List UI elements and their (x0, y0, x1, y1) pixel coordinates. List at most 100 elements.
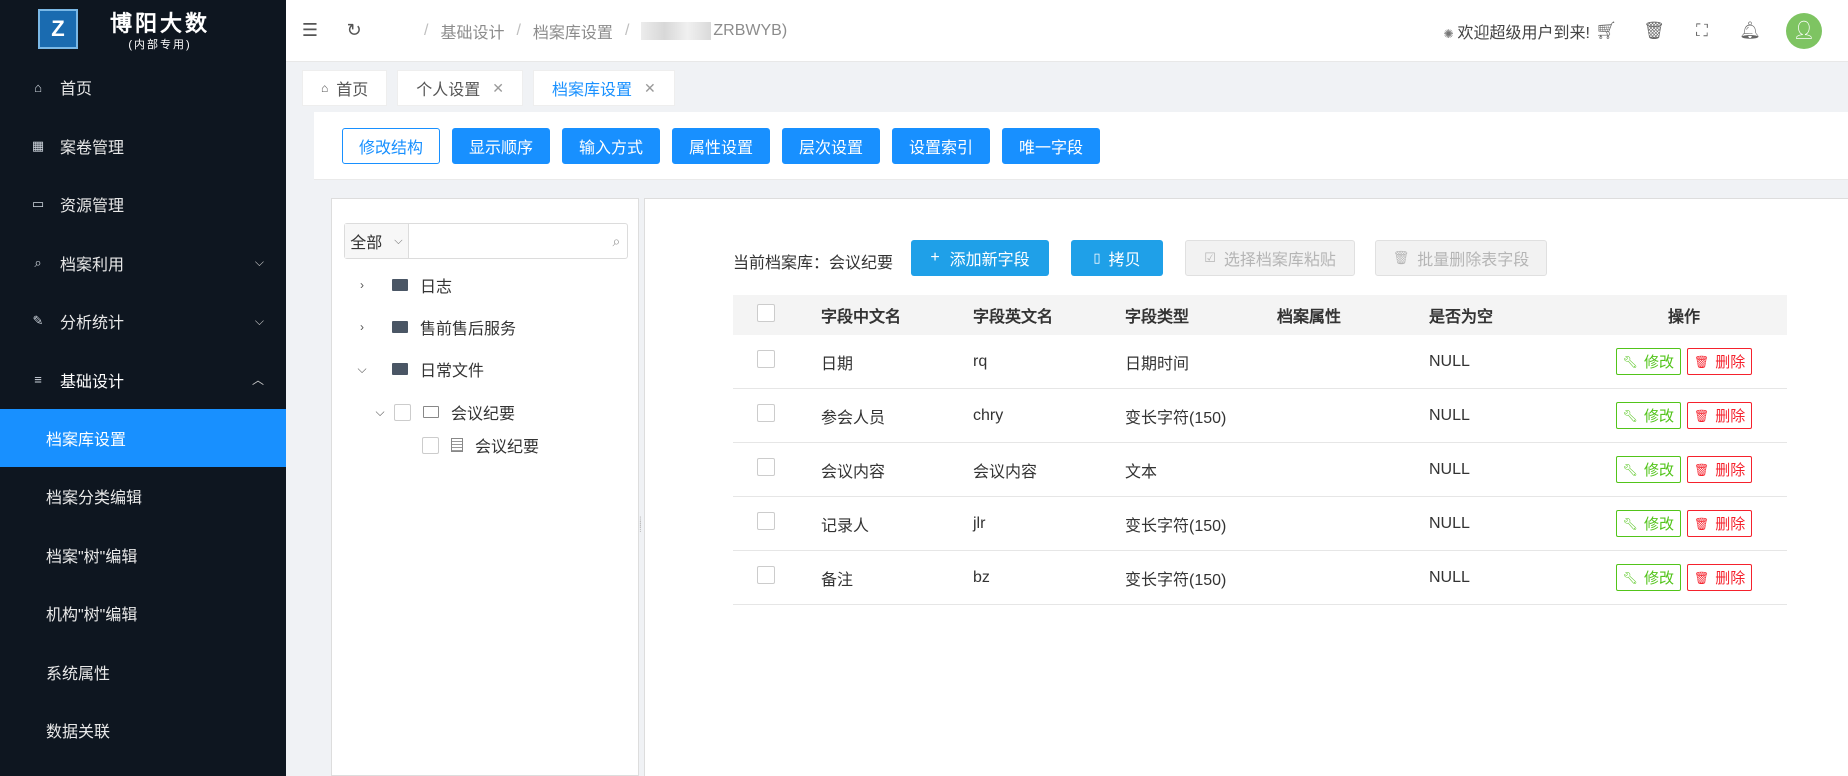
toolbar: 修改结构 显示顺序 输入方式 属性设置 层次设置 设置索引 唯一字段 (314, 112, 1848, 180)
table-row: 会议内容 会议内容 文本 NULL 🔧︎ 修改 🗑︎ 删除 (733, 443, 1787, 497)
sidebar-subitem-category-edit[interactable]: 档案分类编辑 (0, 467, 286, 526)
tab-personal-settings[interactable]: 个人设置 ✕ (397, 70, 524, 106)
sidebar-subitem-org-tree-edit[interactable]: 机构"树"编辑 (0, 584, 286, 643)
folder-open-icon (423, 406, 439, 418)
column-header: 字段英文名 (973, 309, 1054, 326)
row-checkbox[interactable] (757, 404, 775, 422)
breadcrumb-item[interactable]: 档案库设置 (533, 19, 613, 43)
cell-cn-name: 记录人 (821, 517, 870, 535)
sidebar-item-basic-design[interactable]: ≡ 基础设计 ︿ (0, 351, 286, 410)
add-field-button[interactable]: + 添加新字段 (911, 240, 1049, 276)
cell-nullable: NULL (1429, 514, 1470, 532)
panel-splitter[interactable]: ⁞ ⁞ ⁞ (639, 517, 642, 535)
wrench-icon: 🔧︎ (1622, 354, 1638, 369)
cart-icon[interactable]: 🛒︎ (1582, 21, 1630, 41)
folder-icon (392, 321, 408, 333)
copy-button[interactable]: ▯ 拷贝 (1071, 240, 1163, 276)
breadcrumb: / 基础设计 / 档案库设置 / ZRBWYB) (412, 19, 787, 43)
refresh-icon[interactable]: ↻ (344, 20, 364, 41)
sidebar-item-resource-management[interactable]: ▭ 资源管理 (0, 175, 286, 234)
delete-button[interactable]: 🗑︎ 删除 (1687, 564, 1753, 591)
wrench-icon: 🔧︎ (1622, 408, 1638, 423)
sidebar-item-home[interactable]: ⌂ 首页 (0, 58, 286, 117)
sidebar-subitem-archive-tree-edit[interactable]: 档案"树"编辑 (0, 526, 286, 585)
tree-node-meeting-minutes-leaf[interactable]: 会议纪要 (422, 433, 539, 457)
search-icon[interactable]: ⌕ (606, 224, 627, 258)
trash-icon: 🗑︎ (1694, 570, 1710, 585)
trash-icon: 🗑︎ (1694, 408, 1710, 423)
table-row: 记录人 jlr 变长字符(150) NULL 🔧︎ 修改 🗑︎ 删除 (733, 497, 1787, 551)
hierarchy-settings-button[interactable]: 层次设置 (782, 128, 880, 164)
tree-checkbox[interactable] (422, 436, 439, 454)
row-checkbox[interactable] (757, 350, 775, 368)
sidebar: Z 博阳大数 (内部专用) ⌂ 首页 ▦ 案卷管理 ▭ 资源管理 ⌕ 档案利用 ⌵ ✎ 分析… (0, 0, 286, 776)
fields-table: 字段中文名 字段英文名 字段类型 档案属性 是否为空 操作 日期 rq 日期时间… (733, 295, 1787, 605)
row-checkbox[interactable] (757, 566, 775, 584)
tab-bar: ⌂ 首页 个人设置 ✕ 档案库设置 ✕ (302, 70, 685, 106)
trash-icon: 🗑︎ (1694, 516, 1710, 531)
filter-select[interactable]: 全部 ⌵ (345, 224, 409, 258)
trash-icon: 🗑︎ (1694, 462, 1710, 477)
input-method-button[interactable]: 输入方式 (562, 128, 660, 164)
tree-node-log[interactable]: › 日志 (354, 273, 452, 297)
attribute-settings-button[interactable]: 属性设置 (672, 128, 770, 164)
folder-icon (392, 363, 408, 375)
table-row: 日期 rq 日期时间 NULL 🔧︎ 修改 🗑︎ 删除 (733, 335, 1787, 389)
chevron-right-icon[interactable]: › (354, 320, 370, 334)
tree-search-input[interactable] (408, 224, 606, 258)
table-row: 备注 bz 变长字符(150) NULL 🔧︎ 修改 🗑︎ 删除 (733, 551, 1787, 605)
delete-button[interactable]: 🗑︎ 删除 (1687, 510, 1753, 537)
bell-icon[interactable]: 🔔︎ (1726, 21, 1774, 41)
close-icon[interactable]: ✕ (644, 80, 656, 97)
collapse-menu-icon[interactable]: ☰ (300, 20, 320, 41)
tree-node-meeting-minutes[interactable]: ⌵ 会议纪要 (372, 400, 515, 424)
chevron-down-icon[interactable]: ⌵ (354, 362, 370, 377)
logo: Z 博阳大数 (内部专用) (0, 0, 286, 58)
tree-node-daily-files[interactable]: ⌵ 日常文件 (354, 357, 484, 381)
column-header: 档案属性 (1277, 309, 1342, 326)
tree-checkbox[interactable] (394, 403, 411, 421)
brand-subtitle: (内部专用) (128, 39, 192, 51)
cell-nullable: NULL (1429, 352, 1470, 370)
cell-nullable: NULL (1429, 568, 1470, 586)
sidebar-subitem-system-properties[interactable]: 系统属性 (0, 643, 286, 702)
modify-structure-button[interactable]: 修改结构 (342, 128, 440, 164)
unique-field-button[interactable]: 唯一字段 (1002, 128, 1100, 164)
select-all-checkbox[interactable] (757, 303, 775, 322)
trash-icon[interactable]: 🗑︎ (1630, 21, 1678, 41)
fullscreen-icon[interactable]: ⛶ (1678, 21, 1726, 41)
delete-button[interactable]: 🗑︎ 删除 (1687, 402, 1753, 429)
edit-button[interactable]: 🔧︎ 修改 (1615, 510, 1681, 537)
sidebar-item-case-management[interactable]: ▦ 案卷管理 (0, 117, 286, 176)
chevron-down-icon[interactable]: ⌵ (372, 405, 388, 420)
edit-button[interactable]: 🔧︎ 修改 (1615, 456, 1681, 483)
row-checkbox[interactable] (757, 512, 775, 530)
trash-icon: 🗑︎ (1694, 354, 1710, 369)
batch-delete-button[interactable]: 🗑︎ 批量删除表字段 (1375, 240, 1547, 276)
set-index-button[interactable]: 设置索引 (892, 128, 990, 164)
table-row: 参会人员 chry 变长字符(150) NULL 🔧︎ 修改 🗑︎ 删除 (733, 389, 1787, 443)
sidebar-subitem-data-link[interactable]: 数据关联 (0, 701, 286, 760)
edit-button[interactable]: 🔧︎ 修改 (1615, 348, 1681, 375)
sidebar-subitem-archive-settings[interactable]: 档案库设置 (0, 409, 286, 467)
tree-node-after-sales[interactable]: › 售前售后服务 (354, 315, 516, 339)
chevron-down-icon: ⌵ (394, 234, 403, 247)
cell-nullable: NULL (1429, 406, 1470, 424)
edit-button[interactable]: 🔧︎ 修改 (1615, 564, 1681, 591)
breadcrumb-item[interactable]: 基础设计 (440, 19, 504, 43)
delete-button[interactable]: 🗑︎ 删除 (1687, 456, 1753, 483)
row-checkbox[interactable] (757, 458, 775, 476)
sidebar-item-archive-usage[interactable]: ⌕ 档案利用 ⌵ (0, 234, 286, 293)
edit-button[interactable]: 🔧︎ 修改 (1615, 402, 1681, 429)
chevron-right-icon[interactable]: › (354, 278, 370, 292)
sidebar-item-analytics[interactable]: ✎ 分析统计 ⌵ (0, 292, 286, 351)
cell-cn-name: 会议内容 (821, 463, 886, 481)
tab-archive-settings[interactable]: 档案库设置 ✕ (533, 70, 675, 106)
paste-archive-button[interactable]: ☑ 选择档案库粘贴 (1185, 240, 1355, 276)
close-icon[interactable]: ✕ (492, 80, 504, 97)
cell-en-name: 会议内容 (973, 463, 1038, 481)
display-order-button[interactable]: 显示顺序 (452, 128, 550, 164)
tab-home[interactable]: ⌂ 首页 (302, 70, 388, 106)
delete-button[interactable]: 🗑︎ 删除 (1687, 348, 1753, 375)
avatar[interactable]: 👤︎ (1786, 12, 1822, 49)
